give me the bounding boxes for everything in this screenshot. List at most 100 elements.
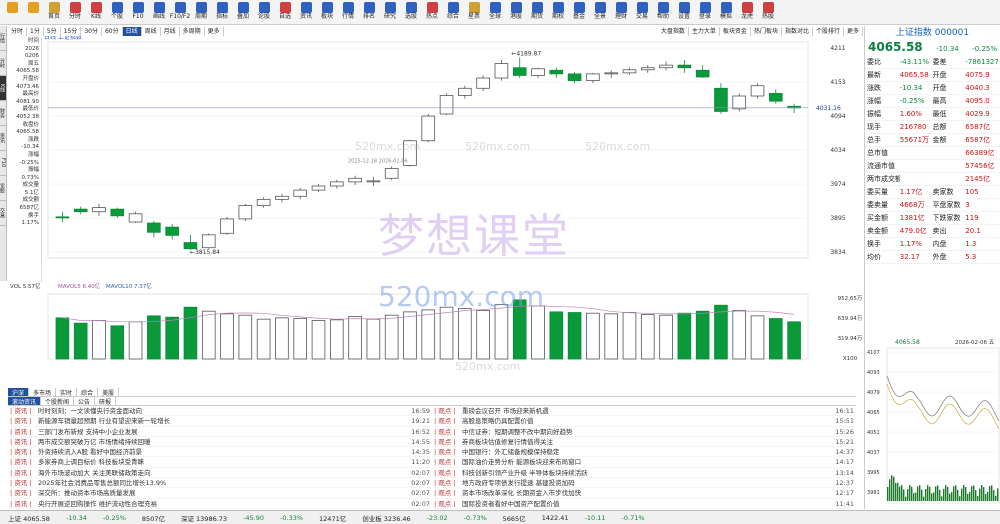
news-tab-1[interactable]: 多市场	[29, 388, 57, 397]
news-item[interactable]: | 资讯 | 新能源车销量超预期 行业有望迎来新一轮增长 19:21	[10, 416, 430, 427]
candle[interactable]	[348, 177, 362, 183]
volume-bar[interactable]	[201, 310, 216, 360]
left-tab-0[interactable]: 行情	[0, 26, 6, 51]
nav-button-1[interactable]	[23, 0, 43, 24]
candle[interactable]	[329, 181, 344, 187]
volume-bar[interactable]	[494, 304, 509, 360]
toolbar-button-15[interactable]: 板块	[317, 0, 337, 24]
candle[interactable]	[769, 93, 783, 102]
news-tab-2[interactable]: 实时	[56, 388, 78, 397]
volume-bar[interactable]	[421, 309, 436, 360]
candle[interactable]	[366, 180, 381, 183]
toolbar-button-8[interactable]: F10/F2	[170, 0, 190, 24]
toolbar-button-29[interactable]: 理财	[611, 0, 631, 24]
news-tab-0[interactable]: 沪深	[8, 388, 30, 397]
candle[interactable]	[55, 216, 70, 219]
news-item[interactable]: | 观点 | 国际投资者看好中国资产配置价值 11:41	[434, 499, 854, 509]
news-item[interactable]: | 资讯 | 2025年社会消费品零售总额同比增长13.9% 02:07	[10, 478, 430, 489]
news-item[interactable]: | 观点 | 券商板块估值修复行情值得关注 15:21	[434, 437, 854, 448]
news-title[interactable]: 重磅会议召开 市场迎来新机遇	[462, 406, 826, 415]
news-title[interactable]: 时时刻刻：一文读懂央行资金面动向	[38, 406, 402, 415]
toolbar-button-21[interactable]: 综合	[443, 0, 463, 24]
candle[interactable]	[73, 208, 88, 213]
toolbar-button-25[interactable]: 期货	[527, 0, 547, 24]
toolbar-button-3[interactable]: 分时	[65, 0, 85, 24]
news-item[interactable]: | 资讯 | 多家券商上调目标价 科技板块受青睐 11:20	[10, 457, 430, 468]
candle[interactable]	[567, 73, 582, 81]
toolbar-button-22[interactable]: 星票	[464, 0, 484, 24]
candle[interactable]	[531, 68, 545, 76]
candle[interactable]	[384, 168, 399, 179]
candle[interactable]	[92, 207, 106, 213]
news-title[interactable]: 海外市场波动加大 关注美联储政策走向	[38, 468, 402, 477]
right-tab-4[interactable]: 指数对比	[782, 26, 813, 36]
news-title[interactable]: 深交所：推动资本市场高质量发展	[38, 488, 402, 497]
candle[interactable]	[659, 64, 673, 69]
news-item[interactable]: | 观点 | 国际油价走势分析 能源板块迎来布局窗口 14:17	[434, 457, 854, 468]
toolbar-button-13[interactable]: 自选	[275, 0, 295, 24]
volume-bar[interactable]	[256, 318, 271, 360]
volume-bar[interactable]	[293, 318, 308, 360]
volume-bar[interactable]	[732, 310, 747, 360]
left-tab-2[interactable]: K线	[0, 76, 6, 101]
right-tab-0[interactable]: 大盘指数	[658, 26, 689, 36]
candle[interactable]	[256, 198, 271, 206]
candle[interactable]	[732, 95, 747, 110]
news-title[interactable]: 国际油价走势分析 能源板块迎来布局窗口	[462, 457, 826, 466]
volume-bar[interactable]	[750, 315, 765, 360]
news-item[interactable]: | 资讯 | 海外市场波动加大 关注美联储政策走向 02:07	[10, 468, 430, 479]
news-item[interactable]: | 资讯 | 深交所：推动资本市场高质量发展 02:07	[10, 488, 430, 499]
toolbar-button-11[interactable]: 叠加	[233, 0, 253, 24]
volume-bar[interactable]	[73, 322, 88, 360]
right-tab-5[interactable]: 个股排行	[813, 26, 844, 36]
candle[interactable]	[421, 115, 436, 142]
candle[interactable]	[311, 185, 326, 191]
volume-bar[interactable]	[769, 318, 783, 360]
volume-bar[interactable]	[512, 299, 527, 360]
volume-bar[interactable]	[220, 313, 234, 360]
toolbar-button-26[interactable]: 期权	[548, 0, 568, 24]
news-item[interactable]: | 观点 | 地方政府专项债发行提速 基建投资加码 12:37	[434, 478, 854, 489]
candle[interactable]	[622, 69, 637, 74]
candle[interactable]	[512, 67, 527, 76]
volume-bar[interactable]	[695, 310, 710, 360]
news-title[interactable]: 中国银行：外汇储备规模保持稳定	[462, 447, 826, 456]
volume-bar[interactable]	[55, 317, 70, 360]
news-item[interactable]: | 观点 | 科技创新引领产业升级 半导体板块持续活跃 13:14	[434, 468, 854, 479]
volume-bar[interactable]	[366, 318, 381, 360]
toolbar-button-17[interactable]: 排名	[359, 0, 379, 24]
candle[interactable]	[586, 73, 600, 81]
period-tab-5[interactable]: 60分	[102, 26, 123, 36]
toolbar-button-27[interactable]: 基金	[569, 0, 589, 24]
volume-bar[interactable]	[659, 314, 673, 360]
volume-bar[interactable]	[458, 308, 472, 360]
candle[interactable]	[677, 64, 692, 69]
news-item[interactable]: | 资讯 | 三部门发布新规 支持中小企业发展 16:52	[10, 427, 430, 437]
right-tab-3[interactable]: 热门板块	[751, 26, 782, 36]
volume-bar[interactable]	[403, 311, 417, 360]
toolbar-button-7[interactable]: 画线	[149, 0, 169, 24]
left-tab-5[interactable]: F10	[0, 151, 6, 176]
left-tab-1[interactable]: 分时	[0, 51, 6, 76]
news-item[interactable]: | 观点 | 资本市场改革深化 长期资金入市步伐加快 12:17	[434, 488, 854, 499]
candle[interactable]	[128, 213, 143, 223]
toolbar-button-36[interactable]: 热股	[758, 0, 778, 24]
volume-bar[interactable]	[567, 312, 582, 360]
volume-bar[interactable]	[348, 316, 362, 360]
news-title[interactable]: 外资持续流入A股 看好中国经济前景	[38, 447, 402, 456]
right-tab-1[interactable]: 主力大单	[689, 26, 720, 36]
nav-button-0[interactable]	[2, 0, 22, 24]
left-tab-6[interactable]: 论股	[0, 176, 6, 201]
volume-bar[interactable]	[311, 320, 326, 360]
kline-svg[interactable]: 4211 4153 4094 4034 3974 3895 3834 ←4189.87 ←381…	[8, 33, 863, 386]
volume-bar[interactable]	[384, 314, 399, 360]
volume-bar[interactable]	[165, 316, 179, 360]
period-tab-9[interactable]: 多周期	[180, 26, 205, 36]
volume-bar[interactable]	[549, 311, 564, 360]
candle[interactable]	[110, 208, 125, 217]
candle[interactable]	[183, 242, 198, 250]
period-tab-8[interactable]: 月线	[161, 26, 180, 36]
mini-timeshare-chart[interactable]: 4065.58 2026-02-06 五 4107 4093 4079 4065 4051 4…	[864, 336, 1000, 509]
news-title[interactable]: 券商板块估值修复行情值得关注	[462, 437, 826, 446]
news-subtab-2[interactable]: 公告	[74, 397, 96, 406]
